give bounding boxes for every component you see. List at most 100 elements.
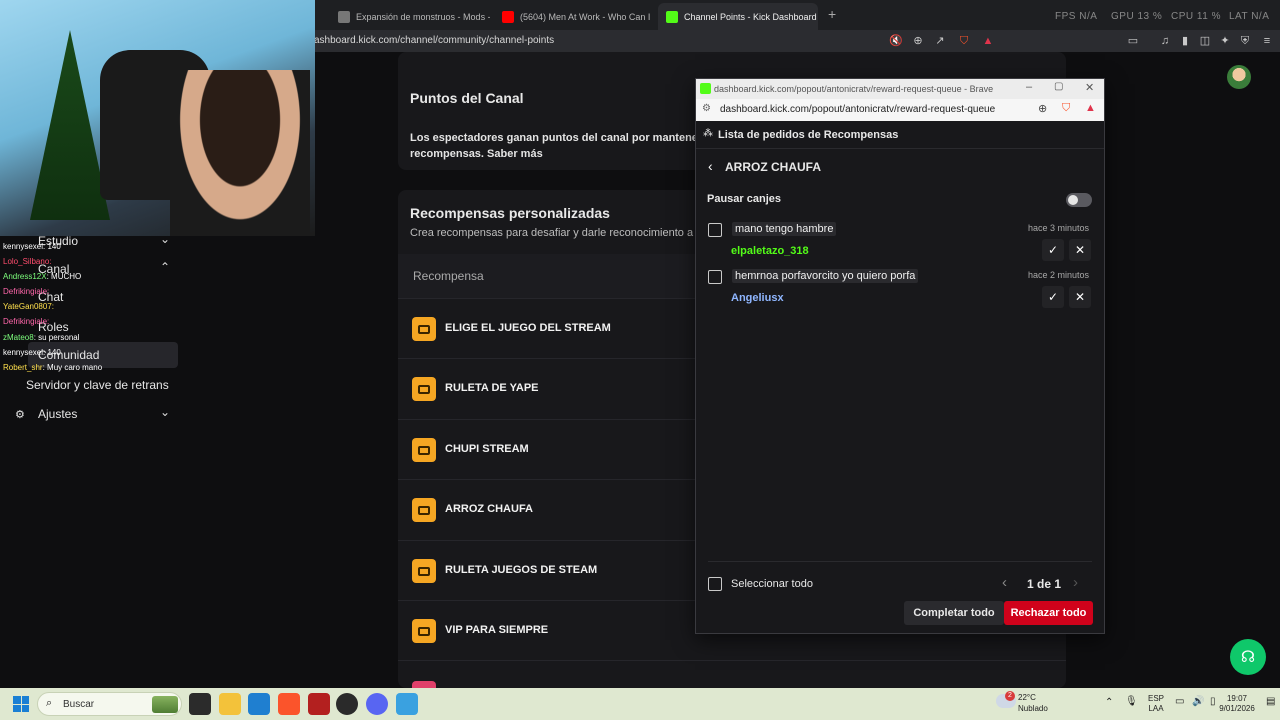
reject-button[interactable]: ✕ [1069, 239, 1091, 261]
list-item: mano tengo hambre hace 3 minutos elpalet… [696, 217, 1104, 263]
reward-icon [412, 317, 436, 341]
obs-icon[interactable] [336, 693, 358, 715]
list-item: hemrnoa porfavorcito yo quiero porfa hac… [696, 264, 1104, 310]
reward-name: VIP PARA SIEMPRE [445, 624, 549, 636]
streamer [170, 70, 310, 236]
popup-header: ⁂ Lista de pedidos de Recompensas [696, 121, 1104, 149]
search-bar[interactable]: ⌕ Buscar [37, 692, 182, 716]
popup-content: ⁂ Lista de pedidos de Recompensas ‹ ARRO… [696, 121, 1104, 633]
chat-message: Defrikingiale: [3, 317, 50, 326]
reward-name: ELIGE EL JUEGO DEL STREAM [445, 322, 611, 334]
avatar[interactable] [1227, 65, 1251, 89]
request-checkbox[interactable] [708, 223, 722, 237]
request-user[interactable]: elpaletazo_318 [731, 245, 809, 257]
chevron-down-icon[interactable]: ⌄ [160, 405, 170, 419]
divider [708, 561, 1092, 562]
sidebar-item-ajustes[interactable]: Ajustes [38, 407, 77, 421]
reward-name: RULETA JUEGOS DE STEAM [445, 564, 598, 576]
next-page-icon[interactable]: › [1073, 574, 1078, 591]
tab-mods[interactable]: Expansión de monstruos - Mods - M [330, 3, 490, 30]
gpu-readout: GPU 13 % [1111, 11, 1163, 22]
maximize-icon[interactable]: ▢ [1054, 81, 1063, 92]
task-view-icon[interactable] [189, 693, 211, 715]
approve-button[interactable]: ✓ [1042, 239, 1064, 261]
request-message: mano tengo hambre [732, 222, 837, 236]
wallet-icon[interactable]: ◫ [1198, 34, 1212, 48]
chat-message: zMateo8: su personal [3, 333, 80, 342]
file-explorer-icon[interactable] [219, 693, 241, 715]
microphone-icon[interactable]: 🎙 [1125, 696, 1138, 707]
share-icon[interactable]: ↗ [933, 34, 947, 48]
cpu-readout: CPU 11 % [1171, 11, 1221, 22]
support-chat-button[interactable]: ☊ [1230, 639, 1266, 675]
search-highlight-image [152, 696, 178, 713]
brave-shield-icon[interactable]: ⛉ [1062, 102, 1070, 115]
menu-icon[interactable]: ≡ [1260, 34, 1274, 48]
notepad-icon[interactable] [396, 693, 418, 715]
brave-rewards-icon[interactable]: ▲ [1085, 102, 1096, 114]
section-title: Puntos del Canal [410, 90, 524, 106]
popup-title-bar: dashboard.kick.com/popout/antonicratv/re… [696, 79, 1104, 99]
tab-label: Channel Points - Kick Dashboard [684, 11, 817, 22]
language-indicator[interactable]: ESP LAA [1145, 694, 1167, 714]
reward-name: CHUPI STREAM [445, 443, 529, 455]
network-icon[interactable]: ▭ [1175, 696, 1184, 707]
section-description: Crea recompensas para desafiar y darle r… [410, 227, 700, 239]
sidebar-item-servidor[interactable]: Servidor y clave de retrans [26, 378, 169, 392]
reward-icon [412, 498, 436, 522]
new-tab-button[interactable]: + [828, 6, 836, 22]
site-settings-icon[interactable]: ⚙ [702, 103, 711, 114]
tray-chevron-icon[interactable]: ⌃ [1105, 697, 1113, 708]
request-user[interactable]: Angeliusx [731, 292, 784, 304]
brave-rewards-icon[interactable]: ▲ [981, 34, 995, 48]
weather-temp: 22°C [1018, 693, 1036, 702]
zoom-icon[interactable]: ⊕ [911, 34, 925, 48]
prev-page-icon[interactable]: ‹ [1002, 574, 1007, 591]
reward-queue-popup: dashboard.kick.com/popout/antonicratv/re… [695, 78, 1105, 634]
vpn-icon[interactable]: ⛨ [1238, 34, 1252, 48]
volume-icon[interactable]: 🔊 [1192, 696, 1204, 707]
select-all-checkbox[interactable] [708, 577, 722, 591]
reader-icon[interactable]: ▮ [1178, 34, 1192, 48]
media-icon[interactable]: ♫ [1158, 34, 1172, 48]
reject-button[interactable]: ✕ [1069, 286, 1091, 308]
popup-address-bar: ⚙ dashboard.kick.com/popout/antonicratv/… [696, 99, 1104, 121]
reward-icon [412, 377, 436, 401]
notification-icon[interactable]: ▤ [1266, 696, 1275, 707]
brave-shield-icon[interactable]: ⛉ [957, 34, 971, 48]
discord-icon[interactable] [366, 693, 388, 715]
store-icon[interactable] [248, 693, 270, 715]
weather-badge: 2 [1005, 691, 1015, 701]
request-checkbox[interactable] [708, 270, 722, 284]
tab-kick-dashboard[interactable]: Channel Points - Kick Dashboard ✕ [658, 3, 818, 30]
leo-icon[interactable]: ✦ [1218, 34, 1232, 48]
mute-icon[interactable]: 🔇 [889, 34, 903, 48]
tab-youtube[interactable]: (5604) Men At Work - Who Can I [494, 3, 654, 30]
brave-icon[interactable] [278, 693, 300, 715]
sidebar-toggle-icon[interactable]: ▭ [1126, 34, 1140, 48]
latency-readout: LAT N/A [1229, 11, 1270, 22]
chat-message: Andress12X: MUCHO [3, 272, 82, 281]
search-placeholder: Buscar [63, 699, 95, 710]
zoom-icon[interactable]: ⊕ [1038, 102, 1047, 115]
url-field[interactable]: ashboard.kick.com/channel/community/chan… [314, 35, 554, 46]
reward-name: ARROZ CHAUFA [445, 503, 533, 515]
pause-toggle[interactable] [1066, 193, 1092, 207]
chat-overlay: kennysexel: 140 Lolo_Silbano: Andress12X… [0, 238, 315, 376]
reject-all-button[interactable]: Rechazar todo [1004, 601, 1093, 625]
chat-message: Lolo_Silbano: [3, 257, 52, 266]
pagination-label: 1 de 1 [1027, 577, 1062, 591]
back-icon[interactable]: ‹ [708, 158, 713, 174]
approve-button[interactable]: ✓ [1042, 286, 1064, 308]
popup-url-field[interactable]: dashboard.kick.com/popout/antonicratv/re… [720, 104, 995, 115]
reward-icon [412, 619, 436, 643]
windows-start-icon[interactable] [13, 696, 29, 712]
complete-all-button[interactable]: Completar todo [904, 601, 1004, 625]
app-icon[interactable] [308, 693, 330, 715]
minimize-icon[interactable]: – [1026, 81, 1032, 93]
select-all-label: Seleccionar todo [731, 578, 813, 590]
table-row[interactable] [398, 660, 1066, 689]
chat-message: kennysexel: 140 [3, 242, 61, 251]
clock[interactable]: 19:07 9/01/2026 [1212, 694, 1262, 714]
close-icon[interactable]: ✕ [1085, 81, 1094, 94]
